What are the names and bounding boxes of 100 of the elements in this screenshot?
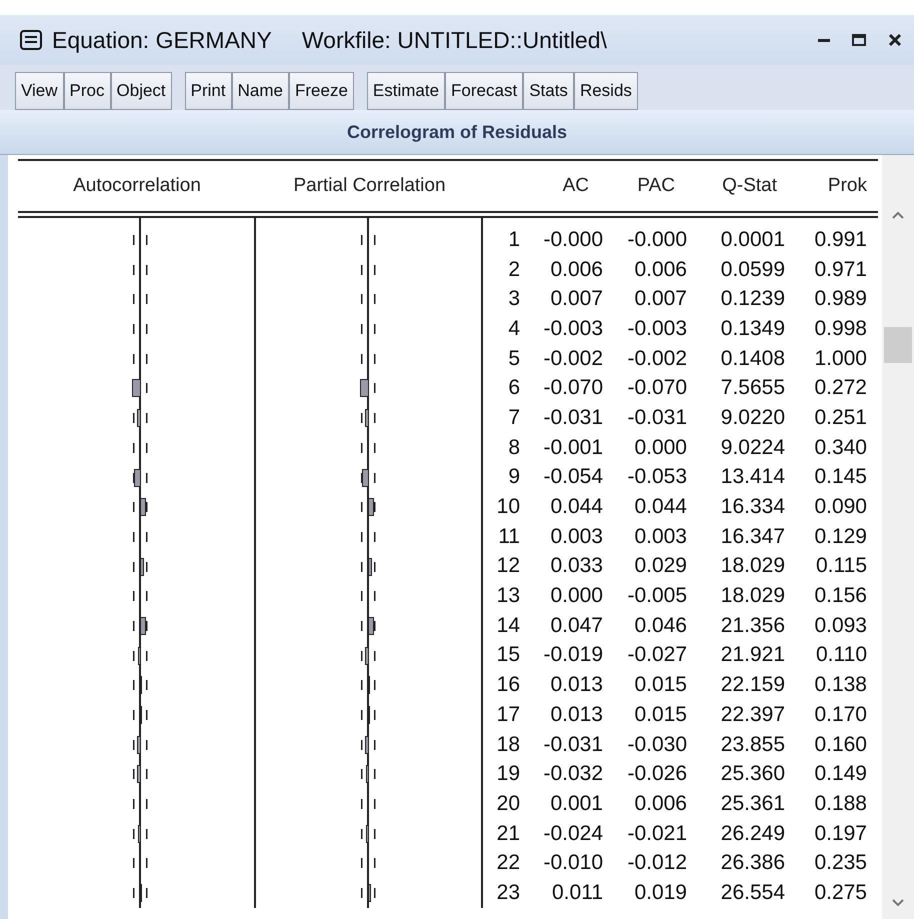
q-stat-cell-text: 13.414: [720, 465, 785, 490]
q-stat-cell-text: 16.347: [720, 524, 785, 549]
q-stat-cell-text: 16.334: [720, 495, 785, 520]
toolbar-button[interactable]: Stats: [523, 72, 574, 110]
lag-cell-text: 16: [496, 673, 520, 698]
column-header: PAC: [636, 175, 676, 197]
q-stat-cell-text: 0.1239: [720, 287, 785, 312]
ac-cell-text: -0.010: [542, 851, 603, 876]
pac-cell-text: -0.026: [626, 762, 687, 786]
prob-cell-text: 0.188: [813, 792, 867, 816]
ac-cell-text: 0.003: [549, 524, 603, 549]
q-stat-cell-text: 0.1408: [720, 346, 785, 371]
pac-cell-text: 0.006: [633, 792, 687, 816]
q-stat-cell-text: 26.249: [720, 822, 785, 846]
q-stat-cell-text: 18.029: [720, 554, 785, 578]
ac-cell-text: -0.019: [542, 643, 603, 668]
q-stat-cell-text: 22.397: [720, 702, 785, 727]
toolbar-button[interactable]: Estimate: [366, 72, 446, 110]
column-header: Autocorrelation: [72, 175, 202, 197]
lag-cell-text: 13: [496, 584, 520, 608]
scrollbar-track[interactable]: [882, 155, 914, 919]
prob-cell-text: 0.998: [813, 316, 867, 341]
ac-cell-text: -0.000: [542, 228, 603, 252]
lag-cell-text: 21: [496, 822, 520, 846]
q-stat-cell-text: 22.159: [720, 673, 785, 698]
pac-cell-text: -0.000: [626, 228, 687, 252]
ac-cell-text: -0.002: [542, 346, 603, 371]
prob-cell-text: 0.991: [813, 228, 867, 252]
prob-cell-text: 0.115: [815, 554, 867, 578]
pac-cell-text: 0.019: [633, 880, 687, 905]
ac-cell-text: -0.024: [542, 822, 603, 846]
ac-cell-text: -0.001: [542, 436, 603, 460]
prob-cell-text: 0.149: [813, 762, 867, 786]
ac-cell-text: 0.007: [549, 287, 603, 312]
toolbar-button[interactable]: Freeze: [288, 72, 354, 110]
scroll-down-icon[interactable]: [892, 899, 904, 907]
pac-cell-text: 0.029: [633, 554, 687, 578]
ac-cell-text: -0.031: [542, 406, 603, 430]
prob-cell-text: 0.156: [813, 584, 867, 608]
lag-cell-text: 19: [496, 762, 520, 786]
q-stat-cell-text: 26.554: [720, 880, 785, 905]
scroll-up-icon[interactable]: [892, 211, 904, 219]
pac-cell-text: -0.021: [626, 822, 687, 846]
window-title: Equation: GERMANY: [52, 26, 272, 54]
q-stat-cell-text: 26.386: [720, 851, 785, 876]
prob-cell-text: 0.235: [813, 851, 867, 876]
pac-cell-text: -0.002: [626, 346, 687, 371]
maximize-icon[interactable]: [852, 34, 866, 46]
prob-cell-text: 0.110: [815, 643, 867, 668]
lag-cell-text: 12: [496, 554, 520, 578]
toolbar-button[interactable]: View: [15, 72, 64, 110]
view-title: Correlogram of Residuals: [346, 122, 568, 142]
toolbar-button[interactable]: Name: [232, 72, 289, 110]
pac-cell-text: -0.003: [626, 316, 687, 341]
toolbar-button[interactable]: Print: [184, 72, 232, 110]
toolbar-button[interactable]: Object: [110, 72, 172, 110]
pac-cell-text: -0.031: [626, 406, 687, 430]
pac-cell-text: 0.044: [633, 495, 687, 520]
prob-cell-text: 0.340: [813, 436, 867, 460]
scrollbar-thumb[interactable]: [884, 327, 912, 363]
pac-cell-text: -0.027: [626, 643, 687, 668]
pac-cell-text: 0.000: [633, 436, 687, 460]
ac-cell-text: -0.031: [542, 732, 603, 757]
lag-cell-text: 14: [496, 614, 520, 638]
pac-cell-text: -0.012: [626, 851, 687, 876]
lag-cell-text: 3: [507, 287, 520, 312]
toolbar-button[interactable]: Proc: [64, 72, 111, 110]
q-stat-cell-text: 9.0220: [720, 406, 785, 430]
prob-cell-text: 0.160: [813, 732, 867, 757]
window-menu-icon[interactable]: [20, 30, 42, 50]
toolbar-button[interactable]: Resids: [574, 72, 638, 110]
pac-cell-text: 0.006: [633, 258, 687, 282]
pac-cell-text: -0.070: [626, 376, 687, 400]
prob-cell-text: 0.971: [813, 258, 867, 282]
column-header: Prok: [826, 175, 867, 197]
toolbar-button[interactable]: Forecast: [445, 72, 524, 110]
q-stat-cell-text: 9.0224: [720, 436, 785, 460]
q-stat-cell-text: 0.0001: [720, 228, 785, 252]
lag-cell-text: 5: [507, 346, 520, 371]
prob-cell-text: 0.272: [813, 376, 867, 400]
lag-cell-text: 22: [496, 851, 520, 876]
q-stat-cell-text: 21.921: [720, 643, 785, 668]
lag-cell-text: 8: [507, 436, 520, 460]
lag-cell-text: 4: [507, 316, 520, 341]
prob-cell-text: 0.197: [813, 822, 867, 846]
close-icon[interactable]: [888, 33, 902, 47]
pac-cell-text: 0.007: [633, 287, 687, 312]
prob-cell-text: 0.251: [813, 406, 867, 430]
lag-cell-text: 15: [496, 643, 520, 668]
column-header: Q-Stat: [721, 175, 778, 197]
pac-cell-text: -0.053: [626, 465, 687, 490]
workfile-title: Workfile: UNTITLED::Untitled\: [302, 26, 607, 54]
pac-cell-text: 0.015: [633, 673, 687, 698]
lag-cell-text: 7: [507, 406, 520, 430]
lag-cell-text: 20: [496, 792, 520, 816]
ac-cell-text: 0.033: [549, 554, 603, 578]
minimize-icon[interactable]: [818, 38, 830, 42]
prob-cell-text: 0.989: [813, 287, 867, 312]
lag-cell-text: 23: [496, 880, 520, 905]
q-stat-cell-text: 21.356: [720, 614, 785, 638]
